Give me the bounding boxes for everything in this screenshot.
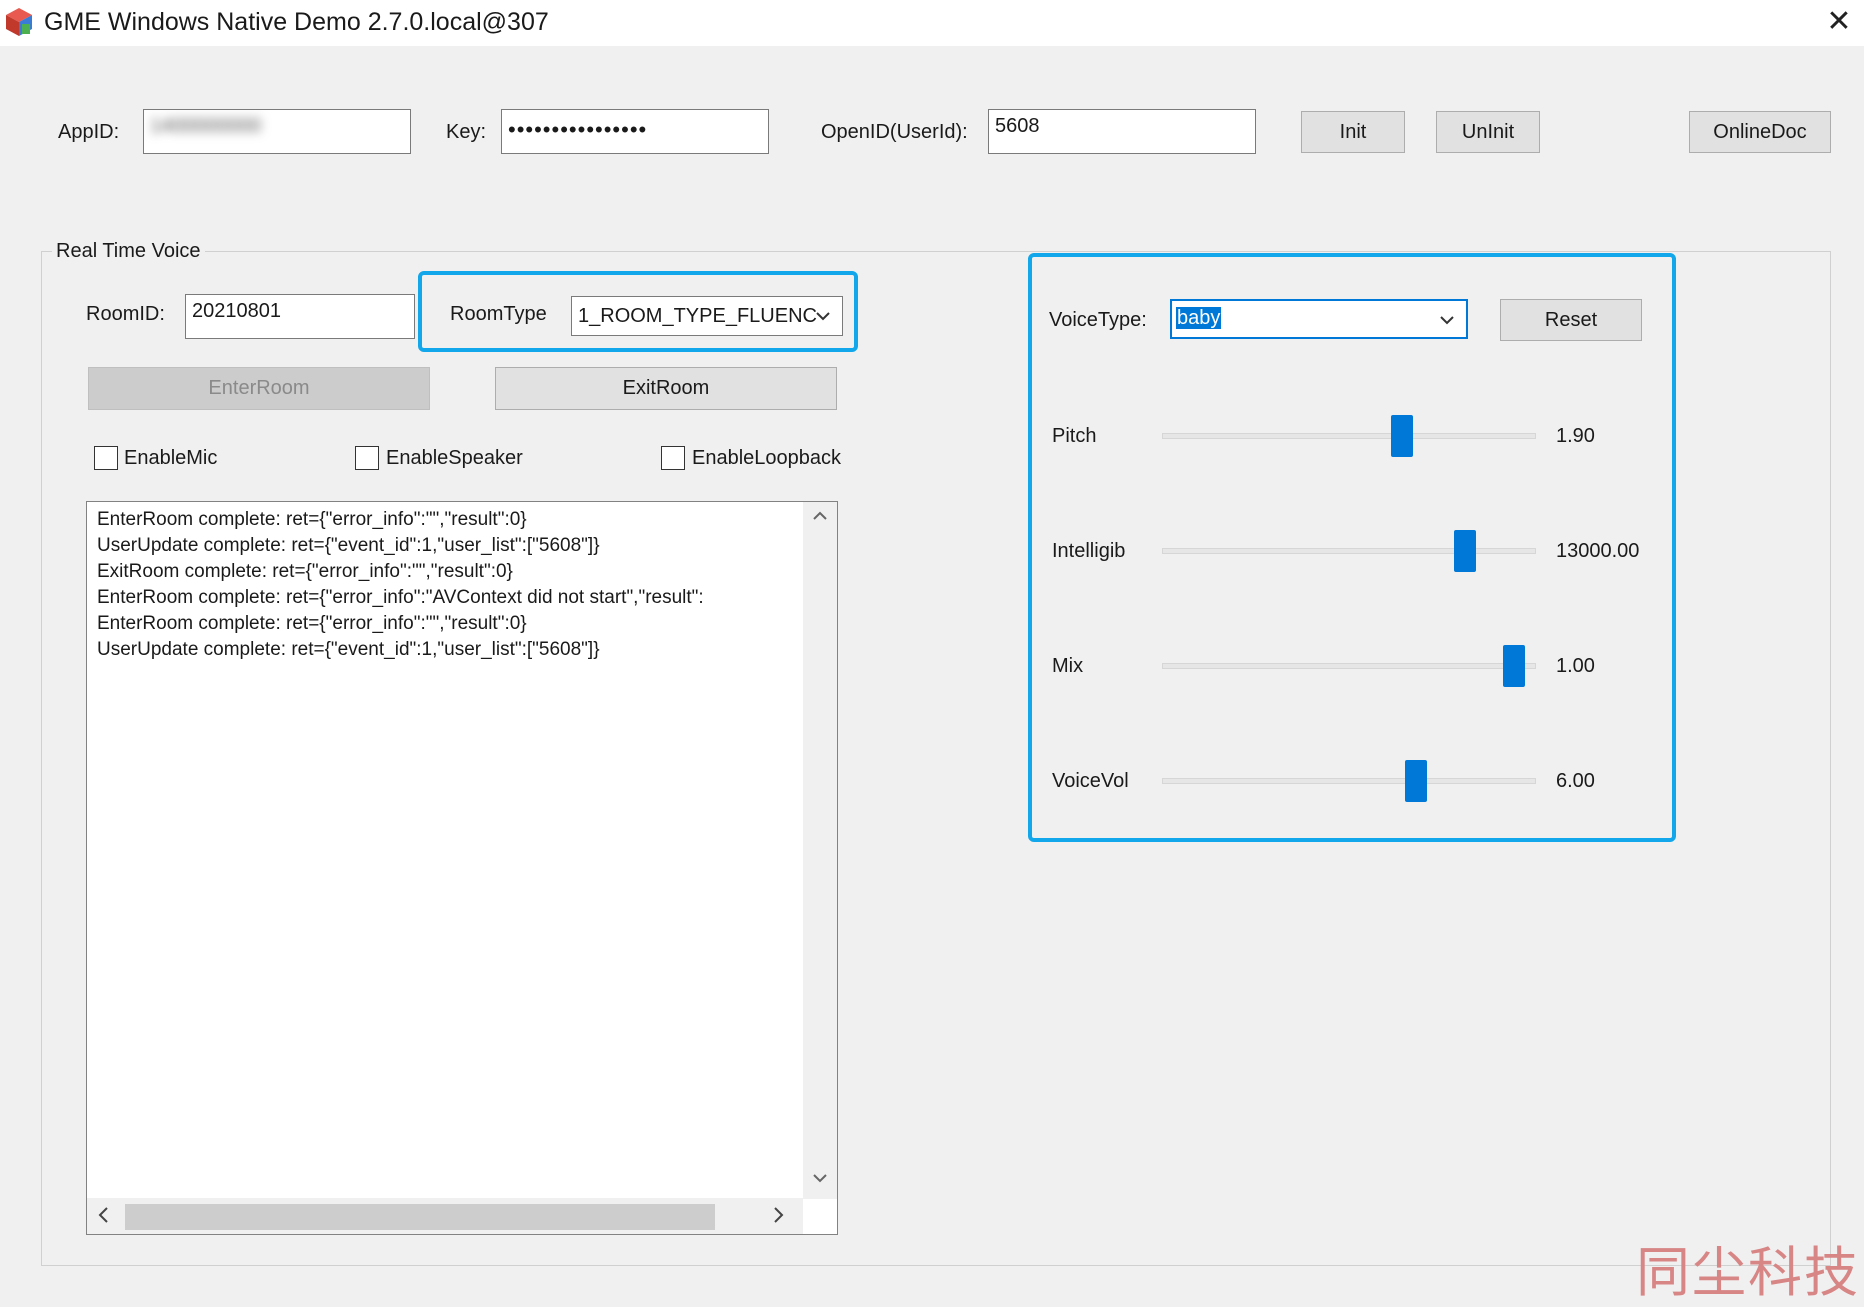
enable-mic-label: EnableMic [124,447,218,469]
pitch-value: 1.90 [1556,425,1595,447]
log-line: UserUpdate complete: ret={"event_id":1,"… [97,639,600,660]
log-textarea[interactable]: EnterRoom complete: ret={"error_info":""… [86,501,838,1235]
horizontal-scrollbar[interactable] [87,1198,803,1234]
chevron-down-icon [814,301,832,335]
chevron-down-icon [1438,305,1456,337]
roomid-value: 20210801 [192,300,281,322]
mix-label: Mix [1052,655,1084,677]
voicevol-label: VoiceVol [1052,770,1129,792]
openid-label: OpenID(UserId): [821,121,968,143]
roomtype-value: 1_ROOM_TYPE_FLUENC [578,305,817,327]
voicevol-value: 6.00 [1556,770,1595,792]
openid-value: 5608 [995,115,1040,137]
init-button[interactable]: Init [1301,111,1405,153]
appid-label: AppID: [58,121,120,143]
pitch-slider-track[interactable] [1162,433,1536,439]
reset-button[interactable]: Reset [1500,299,1642,341]
enable-mic-checkbox[interactable] [94,446,118,470]
openid-input[interactable]: 5608 [988,109,1256,154]
exit-room-button[interactable]: ExitRoom [495,367,837,410]
intelligib-slider-thumb[interactable] [1454,530,1477,572]
key-label: Key: [446,121,487,143]
log-line: EnterRoom complete: ret={"error_info":""… [97,509,527,530]
appid-input[interactable]: 1400000000 [143,109,411,154]
watermark: 同尘科技 [1636,1241,1860,1304]
key-value: •••••••••••••••• [508,117,648,142]
close-icon[interactable]: ✕ [1822,5,1856,39]
enable-speaker-label: EnableSpeaker [386,447,523,469]
horizontal-scroll-thumb[interactable] [125,1204,715,1230]
log-line: EnterRoom complete: ret={"error_info":""… [97,613,527,634]
enter-room-button[interactable]: EnterRoom [88,367,430,410]
log-line: ExitRoom complete: ret={"error_info":"",… [97,561,513,582]
pitch-slider-thumb[interactable] [1390,415,1413,457]
voicetype-label: VoiceType: [1049,309,1147,331]
enable-loopback-label: EnableLoopback [692,447,842,469]
voicevol-slider-thumb[interactable] [1404,760,1427,802]
group-title: Real Time Voice [52,238,205,264]
window-title: GME Windows Native Demo 2.7.0.local@307 [44,8,549,36]
enable-loopback-checkbox[interactable] [661,446,685,470]
mix-value: 1.00 [1556,655,1595,677]
roomtype-label: RoomType [450,303,547,325]
roomtype-select[interactable]: 1_ROOM_TYPE_FLUENC [571,296,843,336]
intelligib-slider-track[interactable] [1162,548,1536,554]
appid-value: 1400000000 [150,115,262,137]
log-line: UserUpdate complete: ret={"event_id":1,"… [97,535,600,556]
scroll-down-icon[interactable] [803,1168,837,1194]
intelligib-label: Intelligib [1052,540,1126,562]
scroll-left-icon[interactable] [93,1204,115,1232]
voicetype-value: baby [1176,307,1222,329]
scroll-up-icon[interactable] [803,506,837,532]
scroll-right-icon[interactable] [767,1204,789,1232]
voicevol-slider-track[interactable] [1162,778,1536,784]
key-input[interactable]: •••••••••••••••• [501,109,769,154]
voicetype-select[interactable]: baby [1170,299,1468,339]
uninit-button[interactable]: UnInit [1436,111,1540,153]
log-line: EnterRoom complete: ret={"error_info":"A… [97,587,704,608]
enable-speaker-checkbox[interactable] [355,446,379,470]
roomid-input[interactable]: 20210801 [185,294,415,339]
online-doc-button[interactable]: OnlineDoc [1689,111,1831,153]
app-cube-icon [4,6,34,38]
mix-slider-track[interactable] [1162,663,1536,669]
mix-slider-thumb[interactable] [1503,645,1526,687]
roomid-label: RoomID: [86,303,165,325]
pitch-label: Pitch [1052,425,1097,447]
intelligib-value: 13000.00 [1556,540,1640,562]
vertical-scrollbar[interactable] [803,502,837,1199]
